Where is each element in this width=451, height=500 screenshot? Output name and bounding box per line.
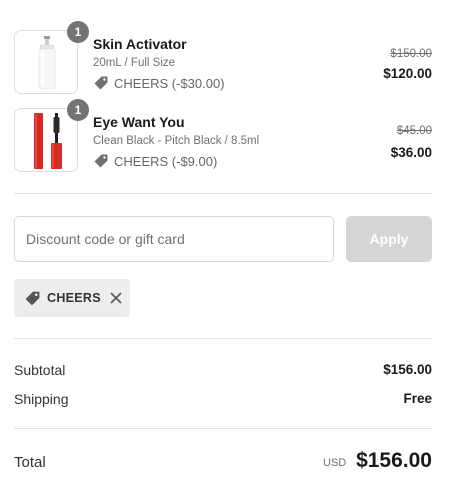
tag-icon (25, 291, 40, 305)
total-label: Total (14, 454, 46, 471)
product-variant: 20mL / Full Size (93, 57, 176, 69)
quantity-badge: 1 (67, 99, 89, 121)
tag-icon (94, 154, 108, 168)
line-item: 1 Skin Activator 20mL / Full Size CHEERS… (14, 21, 434, 96)
original-price: $150.00 (390, 48, 432, 60)
apply-button[interactable]: Apply (346, 216, 432, 262)
divider (14, 193, 432, 194)
divider (14, 428, 432, 429)
discount-code-input[interactable] (14, 216, 334, 262)
item-discount-label: CHEERS (-$30.00) (114, 75, 225, 91)
price: $120.00 (383, 66, 432, 81)
subtotal-value: $156.00 (383, 362, 432, 377)
close-icon (110, 292, 122, 304)
line-item: 1 Eye Want You Clean Black - Pitch Black… (14, 99, 434, 174)
mascara-icon (34, 113, 62, 169)
subtotal-label: Subtotal (14, 362, 66, 378)
tag-icon (94, 76, 108, 90)
item-discount: CHEERS (-$9.00) (93, 153, 217, 169)
pump-bottle-icon (38, 36, 56, 90)
total-value: $156.00 (356, 449, 432, 472)
remove-discount-button[interactable] (110, 292, 122, 304)
product-thumbnail (14, 30, 78, 94)
divider (14, 338, 432, 339)
applied-discount-chip: CHEERS (14, 279, 130, 317)
price: $36.00 (390, 145, 432, 160)
currency-code: USD (323, 457, 347, 469)
original-price: $45.00 (396, 125, 432, 137)
product-variant: Clean Black - Pitch Black / 8.5ml (93, 135, 260, 147)
applied-discount-code: CHEERS (47, 291, 101, 305)
product-thumbnail (14, 108, 78, 172)
quantity-badge: 1 (67, 21, 89, 43)
item-discount: CHEERS (-$30.00) (93, 75, 225, 91)
product-name: Eye Want You (93, 114, 185, 130)
item-discount-label: CHEERS (-$9.00) (114, 153, 218, 169)
shipping-value: Free (403, 391, 432, 406)
shipping-label: Shipping (14, 391, 69, 407)
product-name: Skin Activator (93, 36, 187, 52)
